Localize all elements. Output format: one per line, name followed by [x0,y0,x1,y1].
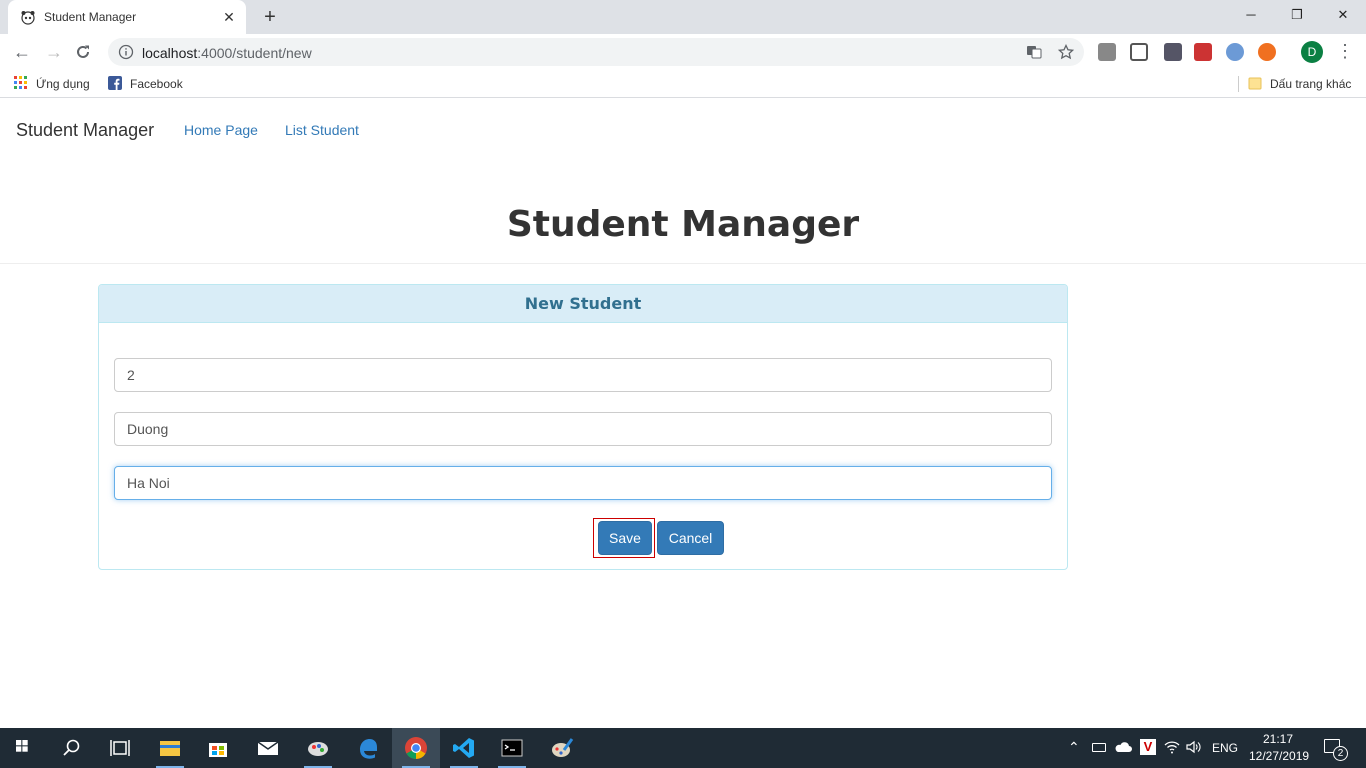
nav-link-list-student[interactable]: List Student [285,122,359,138]
vscode-icon [453,738,474,758]
taskbar-store[interactable] [194,728,242,768]
new-tab-button[interactable]: + [258,5,282,29]
taskbar-vscode[interactable] [440,728,488,768]
web-page: Student Manager Home Page List Student S… [0,103,1366,728]
taskbar-chrome[interactable] [392,728,440,768]
bookmark-other-folder[interactable]: Dấu trang khác [1248,76,1351,92]
extension-cube-icon[interactable] [1098,43,1116,61]
folder-icon [1248,77,1262,90]
bookmark-star-icon[interactable] [1058,44,1074,60]
url-host: localhost [142,45,198,61]
bookmarks-bar: Ứng dụng Facebook Dấu trang khác [0,70,1366,98]
taskbar-terminal[interactable] [488,728,536,768]
windows-logo-icon [16,740,28,752]
forward-arrow-icon[interactable]: → [42,40,66,64]
start-button[interactable] [0,728,48,768]
tab-close-icon[interactable]: ✕ [220,8,238,26]
minimize-button[interactable]: ─ [1228,0,1274,30]
reload-icon[interactable] [74,43,92,61]
panda-favicon-icon [21,11,35,25]
address-bar[interactable]: localhost:4000/student/new [108,38,1084,66]
folder-icon [160,741,180,756]
volume-icon[interactable] [1186,740,1202,754]
title-divider [0,263,1366,264]
antivirus-v-icon[interactable]: V [1140,739,1156,755]
cancel-button[interactable]: Cancel [657,521,724,555]
clock-time[interactable]: 21:17 [1263,732,1293,746]
back-arrow-icon[interactable]: ← [10,40,34,64]
browser-toolbar: ← → localhost:4000/student/new D ⋮ [0,34,1366,70]
maximize-button[interactable]: ❐ [1274,0,1320,30]
taskbar: ⌃ V ENG 21:17 12/27/2019 2 [0,728,1366,768]
tab-title: Student Manager [44,10,137,24]
taskbar-paint3d[interactable] [538,728,586,768]
mail-icon [257,741,279,755]
bookmark-apps[interactable]: Ứng dụng [14,76,90,92]
profile-avatar[interactable]: D [1301,41,1323,63]
student-name-input[interactable] [114,412,1052,446]
browser-tabstrip: Student Manager ✕ + ─ ❐ ✕ [0,0,1366,34]
task-view-icon [110,740,130,756]
terminal-icon [501,739,523,757]
search-button[interactable] [48,728,96,768]
new-student-panel: New Student Save Cancel [98,284,1068,570]
chrome-icon [405,737,427,759]
student-id-input[interactable] [114,358,1052,392]
search-icon [63,739,80,756]
store-bag-icon [209,743,227,757]
info-icon[interactable] [118,44,134,60]
extension-reader-icon[interactable] [1130,43,1148,61]
page-title: Student Manager [506,204,860,245]
bookmark-apps-label: Ứng dụng [36,77,90,91]
nav-link-home[interactable]: Home Page [184,122,258,138]
notification-count-badge: 2 [1333,746,1348,761]
task-view-button[interactable] [96,728,144,768]
panel-heading: New Student [99,285,1067,323]
paint-brush-icon [552,738,574,757]
extension-red-icon[interactable] [1194,43,1212,61]
menu-dots-icon[interactable]: ⋮ [1336,41,1354,63]
taskbar-edge[interactable] [344,728,392,768]
browser-tab[interactable]: Student Manager ✕ [8,0,246,34]
apps-grid-icon [14,76,27,89]
close-window-button[interactable]: ✕ [1320,0,1366,30]
edge-icon [360,739,377,759]
navbar-brand[interactable]: Student Manager [16,120,154,141]
taskbar-mail[interactable] [244,728,292,768]
clock-date[interactable]: 12/27/2019 [1249,749,1309,763]
extension-tools-icon[interactable] [1164,43,1182,61]
url-path: :4000/student/new [197,45,312,61]
onedrive-cloud-icon[interactable] [1114,741,1132,753]
wifi-icon[interactable] [1164,740,1180,754]
url-text: localhost:4000/student/new [142,45,312,61]
translate-icon[interactable] [1026,44,1042,60]
bookmark-facebook-label: Facebook [130,77,183,91]
paint-palette-icon [308,742,328,756]
extension-blue-icon[interactable] [1226,43,1244,61]
bookmark-divider [1238,76,1239,92]
taskbar-paint[interactable] [294,728,342,768]
language-indicator[interactable]: ENG [1212,741,1238,755]
facebook-icon [108,76,122,90]
bookmark-other-label: Dấu trang khác [1270,77,1352,91]
battery-icon[interactable] [1092,743,1106,752]
save-button[interactable]: Save [598,521,652,555]
student-address-input[interactable] [114,466,1052,500]
extension-orange-icon[interactable] [1258,43,1276,61]
bookmark-facebook[interactable]: Facebook [108,76,183,92]
tray-chevron-up-icon[interactable]: ⌃ [1068,739,1080,756]
navbar: Student Manager Home Page List Student [0,103,1366,155]
taskbar-file-explorer[interactable] [146,728,194,768]
